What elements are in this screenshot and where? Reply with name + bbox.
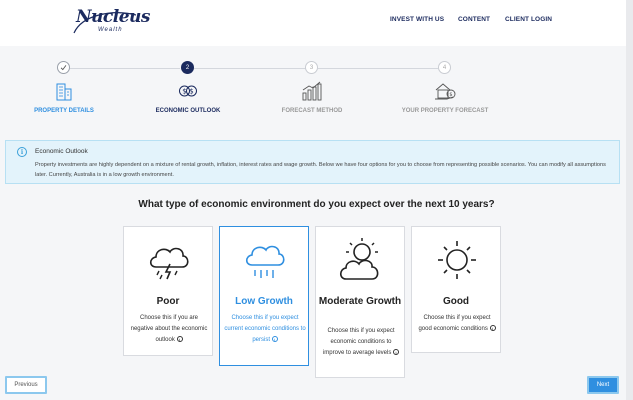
- nav-client-login[interactable]: CLIENT LOGIN: [505, 16, 552, 23]
- option-desc: Choose this if you expect economic condi…: [320, 326, 402, 359]
- info-alert: i Economic Outlook Property investments …: [5, 140, 620, 184]
- step-4-label[interactable]: YOUR PROPERTY FORECAST: [402, 108, 489, 114]
- bar-chart-icon: [302, 81, 322, 101]
- info-icon: i: [17, 147, 27, 157]
- option-card-good[interactable]: Good Choose this if you expect good econ…: [411, 226, 501, 353]
- option-title: Moderate Growth: [318, 296, 402, 307]
- info-title: Economic Outlook: [35, 148, 88, 155]
- scrollbar[interactable]: [626, 0, 633, 400]
- option-title: Poor: [156, 296, 180, 307]
- brand-name: Nucleus: [76, 7, 150, 27]
- option-desc: Choose this if you are negative about th…: [130, 315, 208, 343]
- sun-behind-cloud-icon: [339, 238, 379, 280]
- option-desc: Choose this if you expect good economic …: [416, 313, 498, 335]
- info-icon[interactable]: i: [489, 325, 496, 332]
- step-2-label[interactable]: ECONOMIC OUTLOOK: [156, 108, 221, 114]
- sun-icon: [438, 241, 476, 279]
- rain-cloud-icon: [245, 245, 285, 278]
- svg-text:$: $: [189, 88, 193, 96]
- step-1-label[interactable]: PROPERTY DETAILS: [34, 108, 94, 114]
- step-connector: [194, 68, 306, 69]
- step-connector: [318, 68, 438, 69]
- info-icon[interactable]: i: [393, 349, 400, 356]
- question-heading: What type of economic environment do you…: [138, 199, 495, 210]
- nav-content[interactable]: CONTENT: [458, 16, 490, 23]
- step-connector: [70, 68, 180, 69]
- nav-invest-with-us[interactable]: INVEST WITH US: [390, 16, 444, 23]
- storm-cloud-icon: [149, 247, 189, 280]
- check-icon: [60, 65, 67, 71]
- building-icon: [56, 83, 72, 101]
- step-1-circle[interactable]: [57, 61, 70, 74]
- svg-text:$: $: [182, 88, 186, 96]
- option-card-poor[interactable]: Poor Choose this if you are negative abo…: [123, 226, 213, 356]
- info-icon[interactable]: i: [176, 336, 183, 343]
- step-3-circle[interactable]: 3: [305, 61, 318, 74]
- house-money-icon: $: [435, 83, 456, 100]
- option-card-low-growth[interactable]: Low Growth Choose this if you expect cur…: [219, 226, 309, 366]
- info-body: Property investments are highly dependen…: [35, 162, 606, 178]
- site-header: Nucleus Wealth INVEST WITH US CONTENT CL…: [0, 0, 633, 46]
- option-desc: Choose this if you expect current econom…: [224, 315, 306, 343]
- option-title: Good: [442, 296, 470, 307]
- currency-exchange-icon: $ $: [179, 85, 197, 97]
- option-title: Low Growth: [235, 296, 293, 307]
- step-2-circle[interactable]: 2: [181, 61, 194, 74]
- step-4-circle[interactable]: 4: [438, 61, 451, 74]
- brand-logo[interactable]: Nucleus Wealth: [73, 7, 150, 41]
- info-icon[interactable]: i: [271, 336, 278, 343]
- next-button[interactable]: Next: [587, 376, 619, 394]
- option-card-moderate-growth[interactable]: Moderate Growth Choose this if you expec…: [315, 226, 405, 378]
- brand-sub: Wealth: [98, 27, 123, 33]
- previous-button[interactable]: Previous: [5, 376, 47, 394]
- progress-stepper: PROPERTY DETAILS 2 $ $ ECONOMIC OUTLOOK …: [0, 46, 633, 130]
- step-3-label[interactable]: FORECAST METHOD: [282, 108, 343, 114]
